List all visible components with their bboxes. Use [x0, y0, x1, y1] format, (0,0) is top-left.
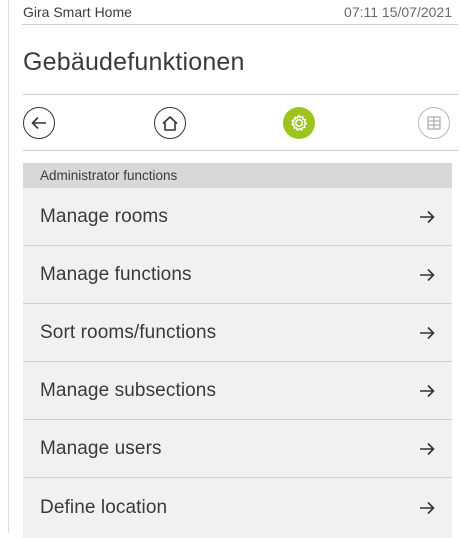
menu-item-label: Define location [40, 497, 168, 518]
status-datetime: 07:11 15/07/2021 [344, 4, 452, 20]
arrow-left-icon [31, 116, 46, 130]
menu-item-manage-functions[interactable]: Manage functions [23, 246, 452, 304]
app-container: Gira Smart Home 07:11 15/07/2021 Gebäude… [22, 0, 458, 538]
arrow-right-icon [420, 442, 435, 455]
app-name: Gira Smart Home [23, 4, 132, 20]
menu-item-manage-users[interactable]: Manage users [23, 420, 452, 478]
nav-divider [23, 150, 458, 151]
status-bar: Gira Smart Home 07:11 15/07/2021 [23, 0, 452, 24]
grid-button[interactable] [418, 107, 450, 139]
arrow-right-icon [420, 268, 435, 281]
admin-menu: Manage rooms Manage functions Sort rooms… [23, 188, 452, 538]
arrow-right-icon [420, 384, 435, 397]
arrow-right-icon [420, 326, 435, 339]
arrow-right-icon [420, 501, 435, 515]
gear-icon [291, 114, 308, 131]
menu-item-label: Manage functions [40, 263, 192, 285]
menu-item-manage-subsections[interactable]: Manage subsections [23, 362, 452, 420]
menu-item-label: Manage subsections [40, 379, 217, 401]
home-button[interactable] [154, 107, 186, 139]
menu-item-label: Manage users [40, 437, 162, 459]
arrow-right-icon [420, 210, 435, 223]
house-icon [162, 115, 178, 131]
settings-button[interactable] [283, 107, 315, 139]
menu-item-label: Manage rooms [40, 205, 168, 227]
status-divider [22, 24, 458, 25]
menu-item-label: Sort rooms/functions [40, 321, 217, 343]
menu-item-sort-rooms-functions[interactable]: Sort rooms/functions [23, 304, 452, 362]
section-header: Administrator functions [23, 163, 452, 188]
left-border [8, 0, 9, 533]
title-divider [23, 94, 458, 95]
menu-item-manage-rooms[interactable]: Manage rooms [23, 188, 452, 246]
grid-icon [427, 116, 441, 130]
back-button[interactable] [23, 107, 55, 139]
page-title: Gebäudefunktionen [23, 48, 245, 76]
nav-bar [23, 107, 452, 141]
menu-item-define-location[interactable]: Define location [23, 478, 452, 538]
